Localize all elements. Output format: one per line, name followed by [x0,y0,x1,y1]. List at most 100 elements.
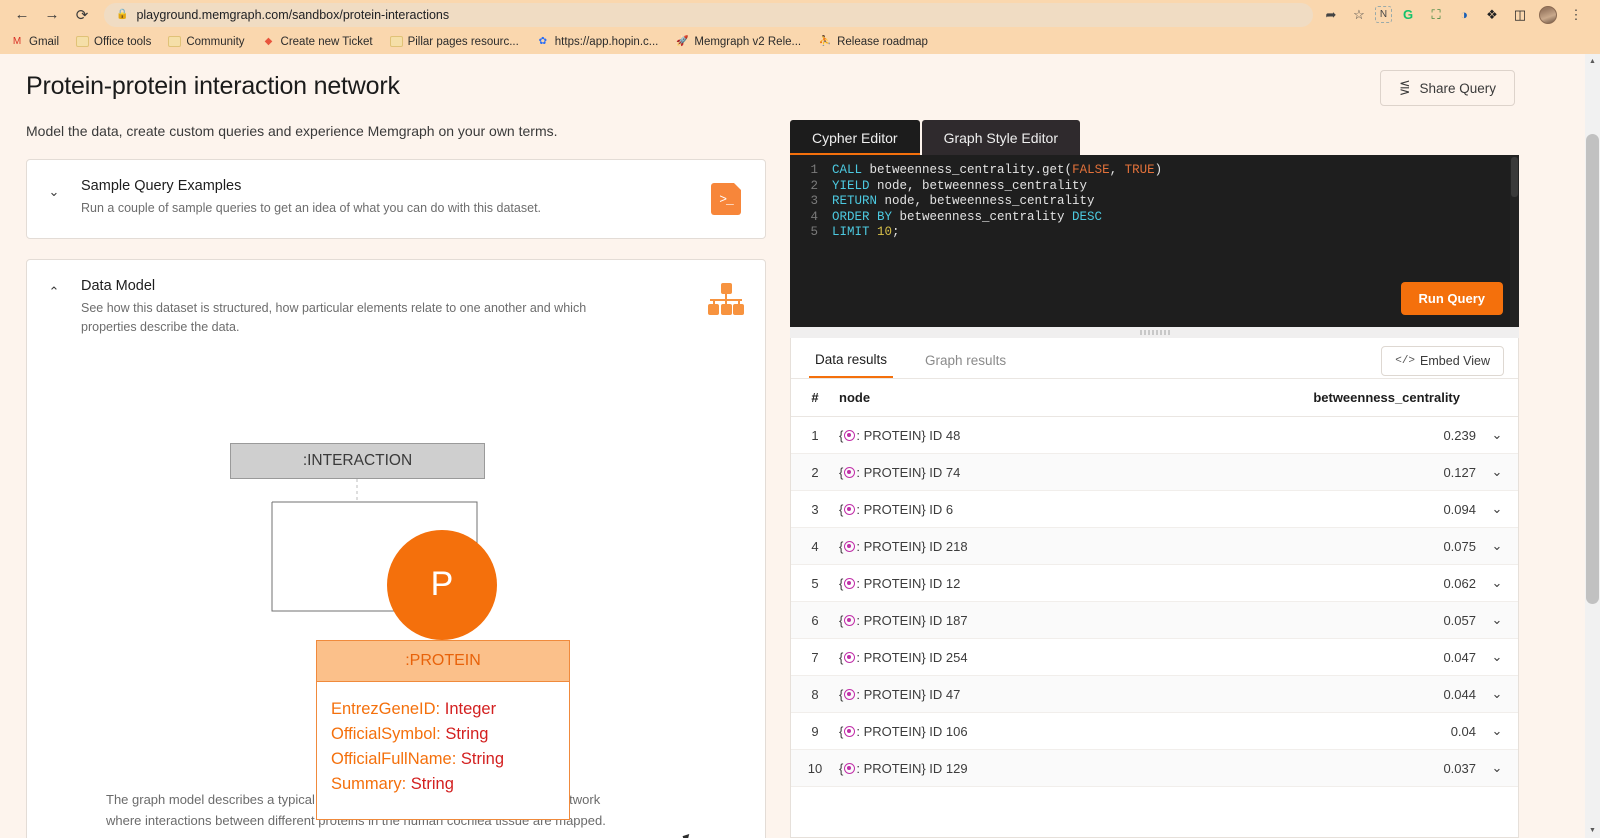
node-label: : PROTEIN} ID 129 [856,760,968,776]
grammarly-extension-icon[interactable]: G [1396,3,1420,27]
page-body: Protein-protein interaction network Mode… [0,54,1600,838]
table-row[interactable]: 1{: PROTEIN} ID 48 0.239 ⌄ [791,416,1518,454]
bookmark-item[interactable]: M Gmail [10,35,59,49]
code-text: ORDER BY betweenness_centrality DESC [832,209,1103,224]
bookmark-item[interactable]: ⛹ Release roadmap [818,35,928,49]
node-chip: {: PROTEIN} ID 47 [839,687,960,702]
node-chip: {: PROTEIN} ID 218 [839,539,968,554]
chevron-down-icon[interactable]: ⌄ [41,178,67,200]
back-icon[interactable]: ← [8,2,36,28]
browser-menu-icon[interactable]: ⋮ [1564,3,1588,27]
tab-graph-style-editor[interactable]: Graph Style Editor [921,120,1080,155]
bookmark-item[interactable]: 🚀 Memgraph v2 Rele... [675,35,801,49]
table-row[interactable]: 8{: PROTEIN} ID 47 0.044 ⌄ [791,675,1518,713]
table-row[interactable]: 4{: PROTEIN} ID 218 0.075 ⌄ [791,527,1518,565]
accordion-sample-query-examples[interactable]: ⌄ Sample Query Examples Run a couple of … [26,159,766,239]
row-expand-chevron-icon[interactable]: ⌄ [1476,527,1518,565]
accordion-header[interactable]: ⌄ Sample Query Examples Run a couple of … [27,160,765,238]
property-type: Integer [444,699,497,718]
node-circle-icon [844,466,856,478]
bookmark-star-icon[interactable]: ☆ [1347,3,1371,27]
node-chip: {: PROTEIN} ID 187 [839,613,968,628]
tab-cypher-editor[interactable]: Cypher Editor [790,120,920,155]
results-table-body: 1{: PROTEIN} ID 48 0.239 ⌄ 2{: PROTEIN} ID … [791,416,1518,787]
bookmark-item[interactable]: ◆ Create new Ticket [262,35,373,49]
cypher-code-area[interactable]: 1 CALL betweenness_centrality.get(FALSE, … [790,155,1519,327]
code-text: YIELD node, betweenness_centrality [832,178,1088,193]
privacy-extension-icon[interactable]: ◑ [1452,3,1476,27]
row-expand-chevron-icon[interactable]: ⌄ [1476,490,1518,528]
row-expand-chevron-icon[interactable]: ⌄ [1476,675,1518,713]
embed-view-button[interactable]: </> Embed View [1381,346,1504,376]
row-expand-chevron-icon[interactable]: ⌄ [1476,601,1518,639]
run-query-button[interactable]: Run Query [1400,282,1503,315]
tab-graph-results[interactable]: Graph results [919,353,1012,377]
row-expand-chevron-icon[interactable]: ⌄ [1476,749,1518,787]
table-row[interactable]: 3{: PROTEIN} ID 6 0.094 ⌄ [791,490,1518,528]
reload-icon[interactable]: ⟳ [68,2,96,28]
node-chip: {: PROTEIN} ID 12 [839,576,960,591]
avatar[interactable] [1536,3,1560,27]
property-type: String [410,774,454,793]
tab-data-results[interactable]: Data results [809,352,894,378]
node-chip: {: PROTEIN} ID 254 [839,650,968,665]
address-bar-url: playground.memgraph.com/sandbox/protein-… [136,7,450,22]
bookmark-item[interactable]: Pillar pages resourc... [389,36,519,48]
node-brace-open: { [839,427,844,443]
side-panel-icon[interactable]: ◫ [1508,3,1532,27]
forward-icon[interactable]: → [38,2,66,28]
code-text: LIMIT 10; [832,225,900,239]
jira-icon: ◆ [264,36,273,47]
panel-resize-handle[interactable] [790,327,1519,338]
node-circle-icon [844,614,856,626]
row-expand-chevron-icon[interactable]: ⌄ [1476,453,1518,491]
code-line: 2 YIELD node, betweenness_centrality [790,179,1519,195]
accordion-header[interactable]: ⌃ Data Model See how this dataset is str… [27,260,765,355]
line-number: 4 [810,209,818,224]
table-row[interactable]: 10{: PROTEIN} ID 129 0.037 ⌄ [791,749,1518,787]
bookmark-item[interactable]: Office tools [76,36,151,48]
node-brace-open: { [839,723,844,739]
bookmark-item[interactable]: Community [168,35,245,48]
screenshot-extension-icon[interactable]: ⛶ [1424,3,1448,27]
property-key: OfficialFullName: [331,749,461,768]
bookmark-item[interactable]: ✿ https://app.hopin.c... [536,35,659,49]
row-node: {: PROTEIN} ID 254 [839,638,1121,676]
scroll-up-arrow-icon[interactable]: ▲ [1585,54,1600,69]
bookmark-label: Community [186,35,245,48]
node-brace-open: { [839,686,844,702]
row-expand-chevron-icon[interactable]: ⌄ [1476,416,1518,454]
table-row[interactable]: 7{: PROTEIN} ID 254 0.047 ⌄ [791,638,1518,676]
bookmark-label: Memgraph v2 Rele... [694,35,802,48]
table-row[interactable]: 2{: PROTEIN} ID 74 0.127 ⌄ [791,453,1518,491]
share-icon[interactable]: ➦ [1319,3,1343,27]
accordion-data-model[interactable]: ⌃ Data Model See how this dataset is str… [26,259,766,838]
results-header-row: # node betweenness_centrality [791,378,1518,417]
row-expand-chevron-icon[interactable]: ⌄ [1476,638,1518,676]
row-node: {: PROTEIN} ID 6 [839,490,1121,528]
chevron-up-icon[interactable]: ⌃ [41,278,67,300]
address-bar[interactable]: 🔒 playground.memgraph.com/sandbox/protei… [104,2,1313,27]
node-circle-icon [844,725,856,737]
notion-extension-icon[interactable]: N [1375,6,1392,23]
browser-nav-row: ← → ⟳ 🔒 playground.memgraph.com/sandbox/… [0,0,1600,29]
scrollbar-thumb[interactable] [1586,134,1599,604]
share-query-button[interactable]: ⋚ Share Query [1380,70,1515,106]
table-row[interactable]: 9{: PROTEIN} ID 106 0.04 ⌄ [791,712,1518,750]
scroll-down-arrow-icon[interactable]: ▼ [1585,823,1600,838]
editor-scrollbar[interactable] [1510,155,1519,327]
node-brace-open: { [839,649,844,665]
hierarchy-icon [705,278,747,320]
bookmark-label: Create new Ticket [280,35,373,48]
row-expand-chevron-icon[interactable]: ⌄ [1476,564,1518,602]
table-row[interactable]: 5{: PROTEIN} ID 12 0.062 ⌄ [791,564,1518,602]
property-type: String [460,749,505,768]
row-node: {: PROTEIN} ID 218 [839,527,1121,565]
row-betweenness-centrality: 0.037 [1120,749,1476,787]
results-tabs: Data results Graph results </> Embed Vie… [791,338,1518,378]
page-scrollbar[interactable]: ▲ ▼ [1585,54,1600,838]
row-expand-chevron-icon[interactable]: ⌄ [1476,712,1518,750]
row-node: {: PROTEIN} ID 106 [839,712,1121,750]
extensions-puzzle-icon[interactable]: ❖ [1480,3,1504,27]
table-row[interactable]: 6{: PROTEIN} ID 187 0.057 ⌄ [791,601,1518,639]
